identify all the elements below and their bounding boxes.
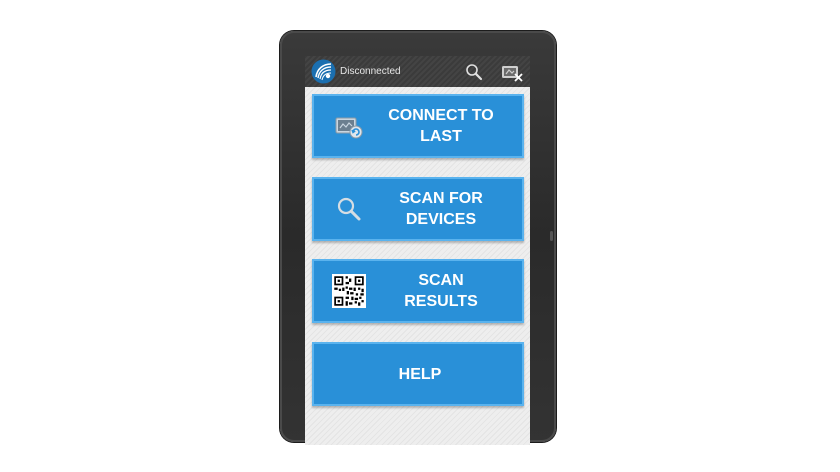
scan-for-devices-button[interactable]: SCAN FOR DEVICES xyxy=(312,177,524,241)
tablet-device-frame: Disconnected CONNECT TO LAST SCAN FOR DE… xyxy=(280,31,556,445)
search-icon[interactable] xyxy=(465,63,483,81)
connect-to-last-label: CONNECT TO LAST xyxy=(388,107,494,145)
scan-results-label: SCAN RESULTS xyxy=(404,272,478,310)
reconnect-icon xyxy=(335,117,363,139)
app-screen: Disconnected CONNECT TO LAST SCAN FOR DE… xyxy=(305,56,530,445)
scan-for-devices-label: SCAN FOR DEVICES xyxy=(399,190,483,228)
search-icon xyxy=(337,197,361,221)
help-label: HELP xyxy=(398,365,442,383)
connect-to-last-button[interactable]: CONNECT TO LAST xyxy=(312,94,524,158)
scan-results-button[interactable]: SCAN RESULTS xyxy=(312,259,524,323)
action-bar: Disconnected xyxy=(305,56,530,87)
tablet-side-button xyxy=(550,231,553,241)
main-menu: CONNECT TO LAST SCAN FOR DEVICES SCAN RE… xyxy=(305,87,530,445)
connection-status-text: Disconnected xyxy=(340,66,401,77)
qr-code-icon xyxy=(332,274,366,308)
help-button[interactable]: HELP xyxy=(312,342,524,406)
app-logo-icon xyxy=(311,59,336,84)
disconnect-icon[interactable] xyxy=(501,62,523,82)
